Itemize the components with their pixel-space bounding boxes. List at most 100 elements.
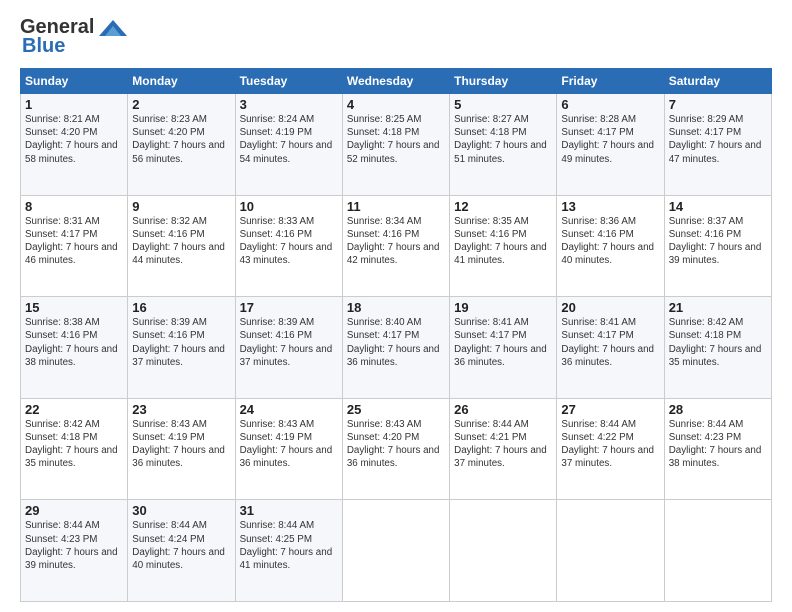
day-detail: Sunrise: 8:43 AMSunset: 4:19 PMDaylight:… xyxy=(240,419,333,470)
day-cell: 20 Sunrise: 8:41 AMSunset: 4:17 PMDaylig… xyxy=(557,297,664,399)
day-detail: Sunrise: 8:28 AMSunset: 4:17 PMDaylight:… xyxy=(561,114,654,165)
calendar-header: SundayMondayTuesdayWednesdayThursdayFrid… xyxy=(21,69,772,94)
day-detail: Sunrise: 8:44 AMSunset: 4:21 PMDaylight:… xyxy=(454,419,547,470)
day-detail: Sunrise: 8:42 AMSunset: 4:18 PMDaylight:… xyxy=(25,419,118,470)
week-row-2: 8 Sunrise: 8:31 AMSunset: 4:17 PMDayligh… xyxy=(21,195,772,297)
day-cell: 11 Sunrise: 8:34 AMSunset: 4:16 PMDaylig… xyxy=(342,195,449,297)
day-detail: Sunrise: 8:24 AMSunset: 4:19 PMDaylight:… xyxy=(240,114,333,165)
day-detail: Sunrise: 8:39 AMSunset: 4:16 PMDaylight:… xyxy=(132,317,225,368)
day-number: 20 xyxy=(561,300,659,315)
day-detail: Sunrise: 8:35 AMSunset: 4:16 PMDaylight:… xyxy=(454,216,547,267)
logo: General Blue xyxy=(20,16,127,58)
day-number: 21 xyxy=(669,300,767,315)
day-cell: 24 Sunrise: 8:43 AMSunset: 4:19 PMDaylig… xyxy=(235,398,342,500)
day-number: 17 xyxy=(240,300,338,315)
day-detail: Sunrise: 8:37 AMSunset: 4:16 PMDaylight:… xyxy=(669,216,762,267)
day-cell: 17 Sunrise: 8:39 AMSunset: 4:16 PMDaylig… xyxy=(235,297,342,399)
day-cell: 21 Sunrise: 8:42 AMSunset: 4:18 PMDaylig… xyxy=(664,297,771,399)
day-cell: 2 Sunrise: 8:23 AMSunset: 4:20 PMDayligh… xyxy=(128,94,235,196)
day-header-tuesday: Tuesday xyxy=(235,69,342,94)
day-cell xyxy=(450,500,557,602)
day-detail: Sunrise: 8:41 AMSunset: 4:17 PMDaylight:… xyxy=(454,317,547,368)
day-detail: Sunrise: 8:25 AMSunset: 4:18 PMDaylight:… xyxy=(347,114,440,165)
day-number: 13 xyxy=(561,199,659,214)
day-cell: 13 Sunrise: 8:36 AMSunset: 4:16 PMDaylig… xyxy=(557,195,664,297)
week-row-4: 22 Sunrise: 8:42 AMSunset: 4:18 PMDaylig… xyxy=(21,398,772,500)
day-number: 4 xyxy=(347,97,445,112)
day-detail: Sunrise: 8:44 AMSunset: 4:23 PMDaylight:… xyxy=(25,520,118,571)
day-number: 22 xyxy=(25,402,123,417)
day-number: 5 xyxy=(454,97,552,112)
day-cell: 25 Sunrise: 8:43 AMSunset: 4:20 PMDaylig… xyxy=(342,398,449,500)
day-number: 15 xyxy=(25,300,123,315)
day-number: 29 xyxy=(25,503,123,518)
day-detail: Sunrise: 8:41 AMSunset: 4:17 PMDaylight:… xyxy=(561,317,654,368)
day-cell: 9 Sunrise: 8:32 AMSunset: 4:16 PMDayligh… xyxy=(128,195,235,297)
day-detail: Sunrise: 8:23 AMSunset: 4:20 PMDaylight:… xyxy=(132,114,225,165)
day-cell: 10 Sunrise: 8:33 AMSunset: 4:16 PMDaylig… xyxy=(235,195,342,297)
week-row-5: 29 Sunrise: 8:44 AMSunset: 4:23 PMDaylig… xyxy=(21,500,772,602)
day-number: 27 xyxy=(561,402,659,417)
day-cell: 27 Sunrise: 8:44 AMSunset: 4:22 PMDaylig… xyxy=(557,398,664,500)
day-number: 1 xyxy=(25,97,123,112)
day-cell: 19 Sunrise: 8:41 AMSunset: 4:17 PMDaylig… xyxy=(450,297,557,399)
day-number: 19 xyxy=(454,300,552,315)
day-number: 8 xyxy=(25,199,123,214)
day-detail: Sunrise: 8:43 AMSunset: 4:19 PMDaylight:… xyxy=(132,419,225,470)
day-detail: Sunrise: 8:38 AMSunset: 4:16 PMDaylight:… xyxy=(25,317,118,368)
day-detail: Sunrise: 8:44 AMSunset: 4:22 PMDaylight:… xyxy=(561,419,654,470)
day-cell: 8 Sunrise: 8:31 AMSunset: 4:17 PMDayligh… xyxy=(21,195,128,297)
day-cell: 1 Sunrise: 8:21 AMSunset: 4:20 PMDayligh… xyxy=(21,94,128,196)
day-cell: 29 Sunrise: 8:44 AMSunset: 4:23 PMDaylig… xyxy=(21,500,128,602)
day-number: 28 xyxy=(669,402,767,417)
day-header-saturday: Saturday xyxy=(664,69,771,94)
day-cell: 16 Sunrise: 8:39 AMSunset: 4:16 PMDaylig… xyxy=(128,297,235,399)
day-number: 18 xyxy=(347,300,445,315)
day-number: 26 xyxy=(454,402,552,417)
day-number: 9 xyxy=(132,199,230,214)
day-cell: 14 Sunrise: 8:37 AMSunset: 4:16 PMDaylig… xyxy=(664,195,771,297)
day-number: 14 xyxy=(669,199,767,214)
calendar-table: SundayMondayTuesdayWednesdayThursdayFrid… xyxy=(20,68,772,602)
day-header-monday: Monday xyxy=(128,69,235,94)
day-cell: 7 Sunrise: 8:29 AMSunset: 4:17 PMDayligh… xyxy=(664,94,771,196)
day-cell: 28 Sunrise: 8:44 AMSunset: 4:23 PMDaylig… xyxy=(664,398,771,500)
day-detail: Sunrise: 8:27 AMSunset: 4:18 PMDaylight:… xyxy=(454,114,547,165)
day-cell: 26 Sunrise: 8:44 AMSunset: 4:21 PMDaylig… xyxy=(450,398,557,500)
day-number: 6 xyxy=(561,97,659,112)
day-number: 24 xyxy=(240,402,338,417)
day-detail: Sunrise: 8:44 AMSunset: 4:23 PMDaylight:… xyxy=(669,419,762,470)
day-cell xyxy=(664,500,771,602)
week-row-1: 1 Sunrise: 8:21 AMSunset: 4:20 PMDayligh… xyxy=(21,94,772,196)
day-cell: 12 Sunrise: 8:35 AMSunset: 4:16 PMDaylig… xyxy=(450,195,557,297)
day-header-sunday: Sunday xyxy=(21,69,128,94)
day-number: 3 xyxy=(240,97,338,112)
day-number: 30 xyxy=(132,503,230,518)
day-number: 11 xyxy=(347,199,445,214)
day-number: 25 xyxy=(347,402,445,417)
day-detail: Sunrise: 8:34 AMSunset: 4:16 PMDaylight:… xyxy=(347,216,440,267)
day-number: 2 xyxy=(132,97,230,112)
day-detail: Sunrise: 8:29 AMSunset: 4:17 PMDaylight:… xyxy=(669,114,762,165)
day-number: 12 xyxy=(454,199,552,214)
day-detail: Sunrise: 8:32 AMSunset: 4:16 PMDaylight:… xyxy=(132,216,225,267)
page: General Blue SundayMondayTuesdayWednesda… xyxy=(0,0,792,612)
day-detail: Sunrise: 8:39 AMSunset: 4:16 PMDaylight:… xyxy=(240,317,333,368)
day-cell: 3 Sunrise: 8:24 AMSunset: 4:19 PMDayligh… xyxy=(235,94,342,196)
day-cell xyxy=(342,500,449,602)
day-cell: 5 Sunrise: 8:27 AMSunset: 4:18 PMDayligh… xyxy=(450,94,557,196)
day-cell xyxy=(557,500,664,602)
day-number: 10 xyxy=(240,199,338,214)
day-cell: 22 Sunrise: 8:42 AMSunset: 4:18 PMDaylig… xyxy=(21,398,128,500)
day-detail: Sunrise: 8:33 AMSunset: 4:16 PMDaylight:… xyxy=(240,216,333,267)
day-number: 16 xyxy=(132,300,230,315)
calendar-body: 1 Sunrise: 8:21 AMSunset: 4:20 PMDayligh… xyxy=(21,94,772,602)
day-detail: Sunrise: 8:31 AMSunset: 4:17 PMDaylight:… xyxy=(25,216,118,267)
day-number: 31 xyxy=(240,503,338,518)
day-detail: Sunrise: 8:40 AMSunset: 4:17 PMDaylight:… xyxy=(347,317,440,368)
day-number: 23 xyxy=(132,402,230,417)
day-header-thursday: Thursday xyxy=(450,69,557,94)
day-detail: Sunrise: 8:44 AMSunset: 4:25 PMDaylight:… xyxy=(240,520,333,571)
day-detail: Sunrise: 8:42 AMSunset: 4:18 PMDaylight:… xyxy=(669,317,762,368)
day-cell: 30 Sunrise: 8:44 AMSunset: 4:24 PMDaylig… xyxy=(128,500,235,602)
